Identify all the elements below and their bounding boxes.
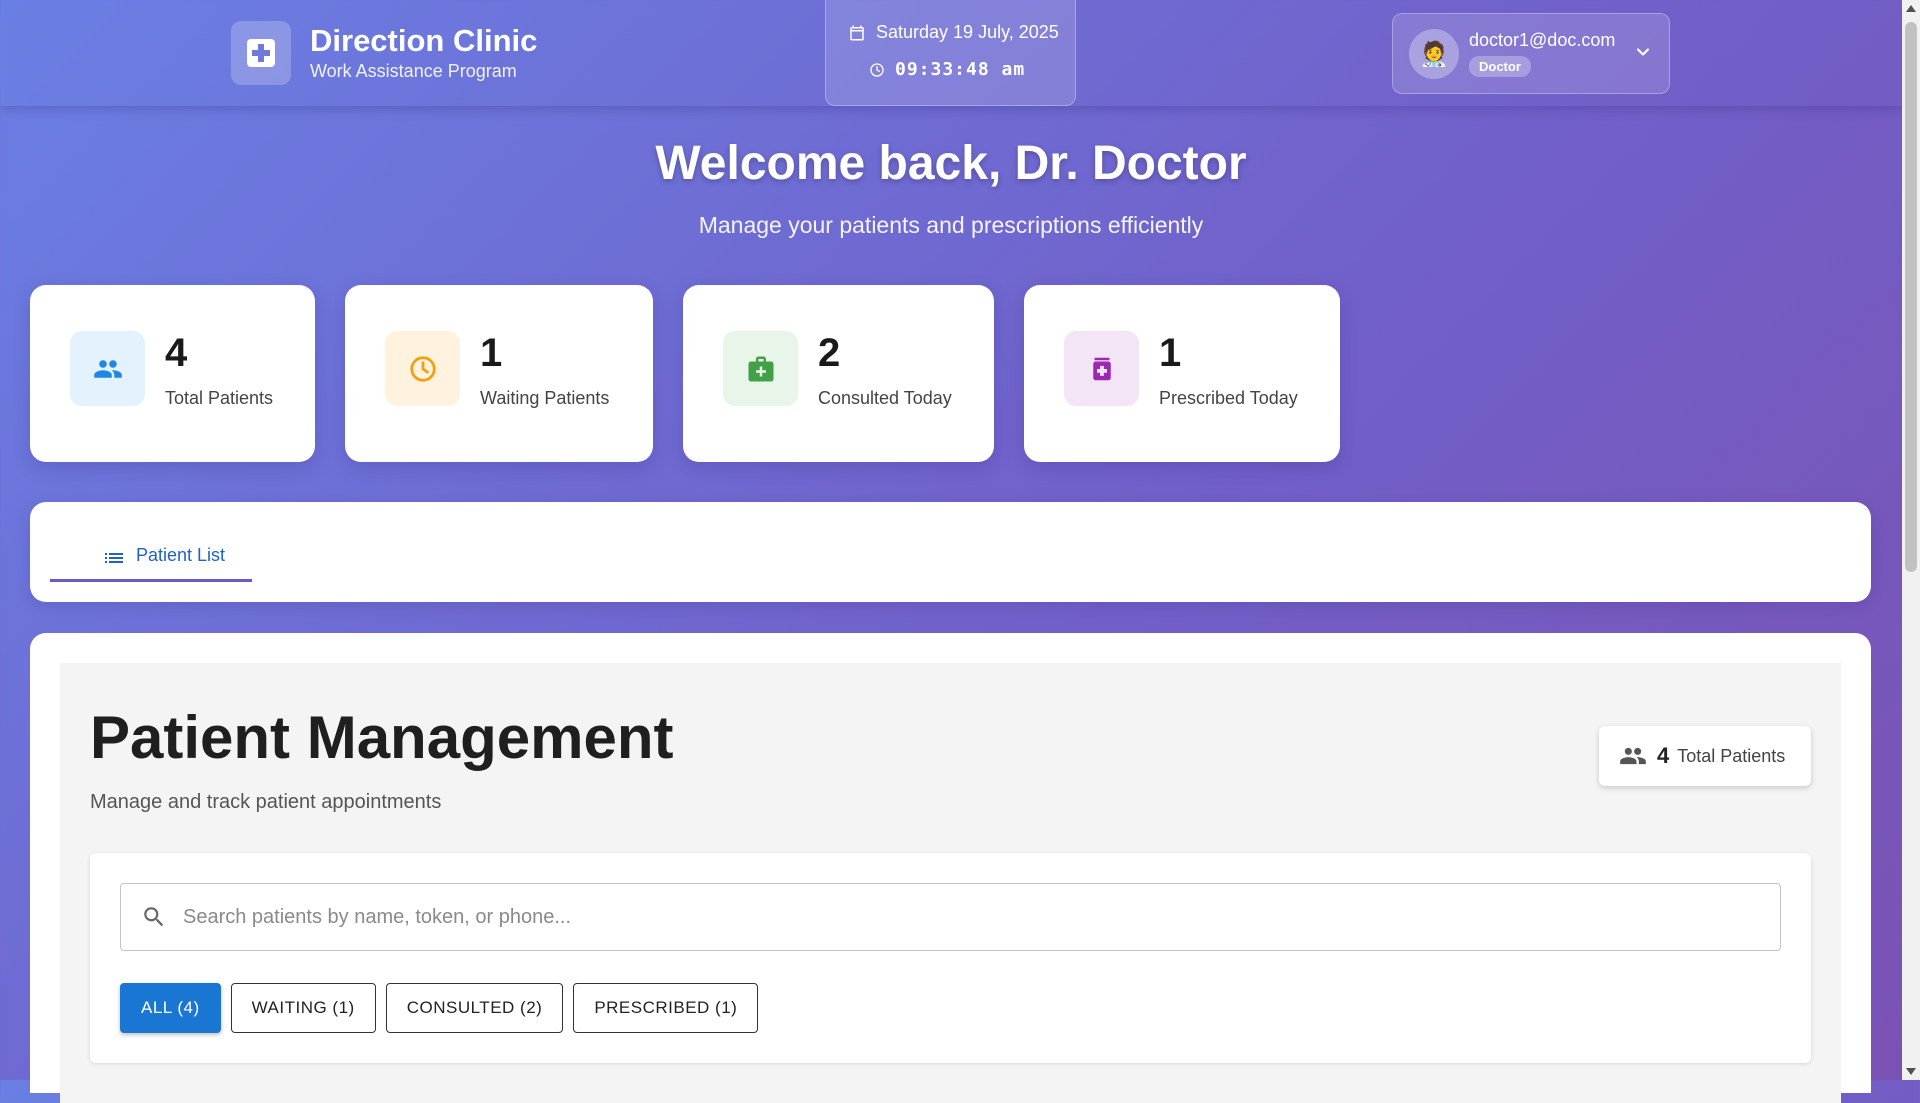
list-icon bbox=[105, 553, 123, 563]
page-subtitle: Manage and track patient appointments bbox=[90, 791, 442, 813]
stat-card-consulted-today: 2 Consulted Today bbox=[683, 285, 994, 462]
scroll-thumb[interactable] bbox=[1905, 22, 1917, 572]
stat-label: Waiting Patients bbox=[480, 388, 610, 408]
scroll-down-arrow-icon[interactable] bbox=[1906, 1068, 1916, 1075]
clock-icon bbox=[385, 331, 460, 406]
tab-label: Patient List bbox=[136, 545, 226, 565]
page-title: Patient Management bbox=[90, 704, 674, 771]
user-role-badge: Doctor bbox=[1469, 56, 1531, 77]
filter-prescribed-button[interactable]: PRESCRIBED (1) bbox=[573, 983, 759, 1033]
group-icon bbox=[1620, 747, 1646, 765]
stat-label: Total Patients bbox=[165, 388, 274, 408]
filter-waiting-button[interactable]: WAITING (1) bbox=[230, 983, 376, 1033]
tab-patient-list[interactable]: Patient List bbox=[50, 502, 252, 582]
filter-consulted-button[interactable]: CONSULTED (2) bbox=[385, 983, 564, 1033]
stat-label: Consulted Today bbox=[818, 388, 952, 408]
page-scrollbar[interactable] bbox=[1902, 0, 1920, 1080]
stat-value: 4 bbox=[165, 331, 188, 375]
filter-all-button[interactable]: ALL (4) bbox=[120, 983, 221, 1033]
brand-title: Direction Clinic bbox=[310, 23, 538, 58]
search-icon bbox=[144, 907, 164, 927]
total-patients-count: 4 bbox=[1657, 743, 1670, 768]
calendar-icon bbox=[850, 25, 864, 40]
user-email: doctor1@doc.com bbox=[1469, 30, 1616, 50]
clock-icon bbox=[870, 62, 884, 77]
scroll-up-arrow-icon[interactable] bbox=[1906, 5, 1916, 12]
welcome-subtitle: Manage your patients and prescriptions e… bbox=[698, 212, 1204, 238]
stat-card-waiting-patients: 1 Waiting Patients bbox=[345, 285, 653, 462]
doctor-avatar-icon: 🧑‍⚕️ bbox=[1409, 29, 1459, 79]
user-menu[interactable]: 🧑‍⚕️ doctor1@doc.com Doctor bbox=[1392, 13, 1670, 94]
search-input[interactable] bbox=[181, 904, 1685, 930]
total-patients-label: Total Patients bbox=[1677, 745, 1786, 766]
stat-card-total-patients: 4 Total Patients bbox=[30, 285, 315, 462]
tabs-panel: Patient List bbox=[30, 502, 1871, 602]
current-time: 09:33:48 am bbox=[895, 59, 1026, 80]
stat-value: 1 bbox=[480, 331, 503, 375]
chevron-down-icon[interactable] bbox=[1633, 42, 1653, 62]
main-content-card: Patient Management Manage and track pati… bbox=[30, 633, 1871, 1103]
stat-value: 1 bbox=[1159, 331, 1182, 375]
search-field[interactable] bbox=[120, 883, 1781, 951]
total-patients-chip: 4 Total Patients bbox=[1599, 726, 1811, 786]
welcome-title: Welcome back, Dr. Doctor bbox=[655, 137, 1247, 190]
date-time-display: Saturday 19 July, 2025 09:33:48 am bbox=[825, 0, 1076, 106]
stat-value: 2 bbox=[818, 331, 841, 375]
patient-management-section: Patient Management Manage and track pati… bbox=[60, 663, 1841, 1103]
stat-card-prescribed-today: 1 Prescribed Today bbox=[1024, 285, 1340, 462]
top-app-bar: Direction Clinic Work Assistance Program… bbox=[0, 0, 1902, 106]
medical-cross-icon bbox=[231, 21, 291, 85]
brand[interactable]: Direction Clinic Work Assistance Program bbox=[231, 21, 537, 85]
brand-subtitle: Work Assistance Program bbox=[310, 61, 517, 81]
medication-icon bbox=[1064, 331, 1139, 406]
search-filter-card: ALL (4) WAITING (1) CONSULTED (2) PRESCR… bbox=[90, 853, 1811, 1063]
medical-bag-icon bbox=[723, 331, 798, 406]
group-icon bbox=[70, 331, 145, 406]
current-date: Saturday 19 July, 2025 bbox=[876, 22, 1059, 42]
stat-label: Prescribed Today bbox=[1159, 388, 1298, 408]
status-filters: ALL (4) WAITING (1) CONSULTED (2) PRESCR… bbox=[120, 983, 768, 1033]
